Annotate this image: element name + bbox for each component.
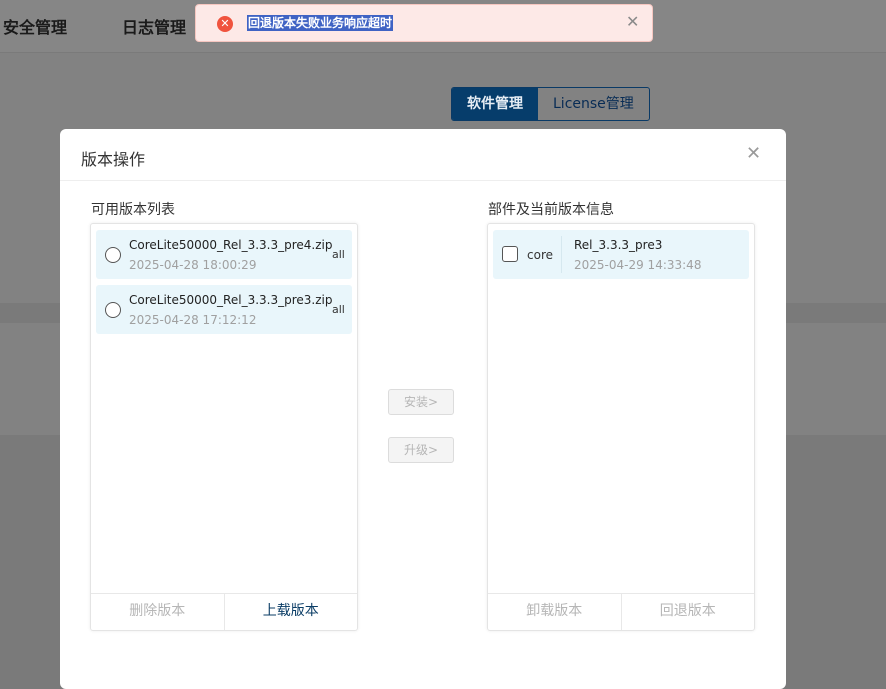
close-icon[interactable]: ✕ [746, 143, 761, 164]
available-versions-label: 可用版本列表 [91, 202, 175, 218]
available-versions-panel: CoreLite50000_Rel_3.3.3_pre4.zip 2025-04… [90, 223, 358, 631]
component-list: core Rel_3.3.3_pre3 2025-04-29 14:33:48 [488, 224, 754, 594]
package-radio[interactable] [105, 302, 121, 318]
tab-software-management[interactable]: 软件管理 [452, 88, 538, 120]
error-circle-icon: ✕ [217, 16, 233, 32]
toast-close-icon[interactable]: ✕ [626, 13, 639, 31]
package-date: 2025-04-28 18:00:29 [129, 258, 257, 272]
delete-version-button[interactable]: 删除版本 [91, 594, 224, 630]
upgrade-button[interactable]: 升级> [388, 437, 454, 463]
package-date: 2025-04-28 17:12:12 [129, 313, 257, 327]
nav-item-security[interactable]: 安全管理 [3, 14, 67, 38]
divider [561, 236, 562, 273]
package-name: CoreLite50000_Rel_3.3.3_pre4.zip [129, 238, 333, 252]
package-list-item[interactable]: CoreLite50000_Rel_3.3.3_pre4.zip 2025-04… [96, 230, 352, 279]
tab-license-management[interactable]: License管理 [538, 88, 649, 120]
package-tag: all [332, 303, 345, 316]
package-list-item[interactable]: CoreLite50000_Rel_3.3.3_pre3.zip 2025-04… [96, 285, 352, 334]
package-list: CoreLite50000_Rel_3.3.3_pre4.zip 2025-04… [91, 224, 357, 594]
toast-message: 回退版本失败业务响应超时 [247, 15, 394, 31]
available-versions-footer: 删除版本 上载版本 [91, 593, 357, 630]
component-info-label: 部件及当前版本信息 [488, 202, 614, 218]
nav-item-logs[interactable]: 日志管理 [122, 14, 186, 38]
component-checkbox[interactable] [502, 246, 518, 262]
component-date: 2025-04-29 14:33:48 [574, 258, 702, 272]
rollback-version-button[interactable]: 回退版本 [620, 594, 755, 630]
error-toast: ✕ 回退版本失败业务响应超时 ✕ [195, 4, 653, 42]
tab-group: 软件管理 License管理 [451, 87, 650, 121]
install-button[interactable]: 安装> [388, 389, 454, 415]
version-operation-dialog: 版本操作 ✕ 可用版本列表 CoreLite50000_Rel_3.3.3_pr… [60, 129, 786, 689]
component-list-item[interactable]: core Rel_3.3.3_pre3 2025-04-29 14:33:48 [493, 230, 749, 279]
package-name: CoreLite50000_Rel_3.3.3_pre3.zip [129, 293, 333, 307]
package-tag: all [332, 248, 345, 261]
component-info-panel: core Rel_3.3.3_pre3 2025-04-29 14:33:48 … [487, 223, 755, 631]
component-info-footer: 卸载版本 回退版本 [488, 593, 754, 630]
package-radio[interactable] [105, 247, 121, 263]
uninstall-version-button[interactable]: 卸载版本 [488, 594, 621, 630]
component-version: Rel_3.3.3_pre3 [574, 238, 663, 252]
component-name: core [527, 248, 553, 262]
dialog-header: 版本操作 ✕ [60, 129, 786, 181]
upload-version-button[interactable]: 上载版本 [223, 594, 358, 630]
dialog-title: 版本操作 [81, 150, 146, 169]
